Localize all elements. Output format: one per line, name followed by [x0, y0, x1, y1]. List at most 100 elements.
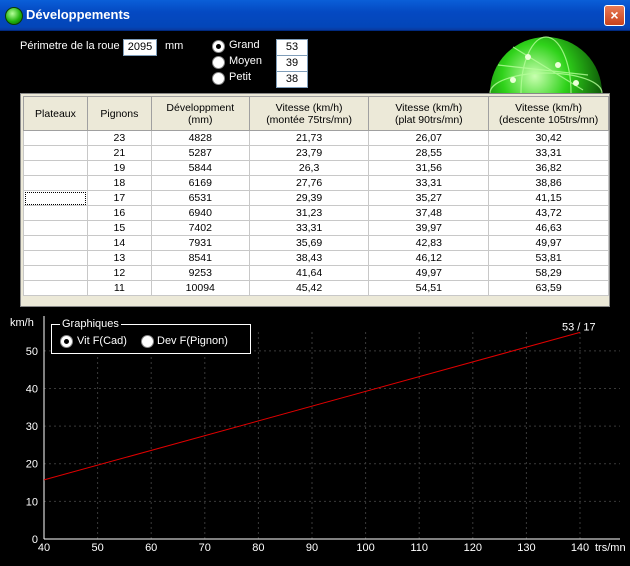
table-cell[interactable]: 13: [86, 250, 152, 266]
table-cell[interactable]: 30,42: [488, 130, 609, 146]
table-cell[interactable]: 8541: [150, 250, 250, 266]
x-tick-label: 80: [252, 542, 264, 554]
table-cell[interactable]: 33,31: [488, 145, 609, 161]
table-cell[interactable]: 39,97: [368, 220, 490, 236]
table-cell[interactable]: 35,69: [248, 235, 370, 251]
table-cell[interactable]: 6169: [150, 175, 250, 191]
table-cell[interactable]: 41,64: [248, 265, 370, 281]
header-plateaux[interactable]: Plateaux: [23, 96, 88, 131]
table-cell[interactable]: [23, 250, 88, 266]
table-cell[interactable]: 5287: [150, 145, 250, 161]
table-cell[interactable]: 49,97: [488, 235, 609, 251]
header-vitesse-plat[interactable]: Vitesse (km/h) (plat 90trs/mn): [368, 96, 490, 131]
close-button[interactable]: ×: [604, 5, 625, 26]
table-cell[interactable]: 37,48: [368, 205, 490, 221]
table-cell[interactable]: [23, 280, 88, 296]
table-cell[interactable]: [23, 205, 88, 221]
table-cell[interactable]: 12: [86, 265, 152, 281]
table-cell[interactable]: 31,23: [248, 205, 370, 221]
y-tick-label: 30: [26, 421, 38, 433]
x-tick-label: 50: [91, 542, 103, 554]
table-cell[interactable]: 46,12: [368, 250, 490, 266]
table-cell[interactable]: 21: [86, 145, 152, 161]
table-cell[interactable]: 63,59: [488, 280, 609, 296]
table-cell[interactable]: 31,56: [368, 160, 490, 176]
table-cell[interactable]: 43,72: [488, 205, 609, 221]
table-cell[interactable]: [23, 130, 88, 146]
table-cell[interactable]: 19: [86, 160, 152, 176]
table-cell[interactable]: 33,31: [368, 175, 490, 191]
table-row[interactable]: 23 4828 21,73 26,07 30,42: [23, 130, 609, 146]
table-cell[interactable]: 28,55: [368, 145, 490, 161]
table-cell[interactable]: 29,39: [248, 190, 370, 206]
table-cell[interactable]: 23: [86, 130, 152, 146]
table-row[interactable]: 18 6169 27,76 33,31 38,86: [23, 175, 609, 191]
table-row[interactable]: 17 6531 29,39 35,27 41,15: [23, 190, 609, 206]
table-cell[interactable]: 41,15: [488, 190, 609, 206]
petit-input[interactable]: 38: [276, 71, 308, 88]
table-cell[interactable]: 35,27: [368, 190, 490, 206]
header-vitesse-descente[interactable]: Vitesse (km/h) (descente 105trs/mn): [488, 96, 609, 131]
table-row[interactable]: 12 9253 41,64 49,97 58,29: [23, 265, 609, 281]
table-row[interactable]: 11 10094 45,42 54,51 63,59: [23, 280, 609, 296]
table-cell[interactable]: 11: [86, 280, 152, 296]
moyen-input[interactable]: 39: [276, 55, 308, 72]
perimeter-input[interactable]: 2095: [123, 39, 157, 56]
x-tick-label: 60: [145, 542, 157, 554]
table-cell[interactable]: 38,86: [488, 175, 609, 191]
header-pignons[interactable]: Pignons: [86, 96, 152, 131]
table-cell[interactable]: [23, 265, 88, 281]
table-cell[interactable]: 38,43: [248, 250, 370, 266]
table-row[interactable]: 21 5287 23,79 28,55 33,31: [23, 145, 609, 161]
table-cell[interactable]: 5844: [150, 160, 250, 176]
table-cell[interactable]: 7402: [150, 220, 250, 236]
table-cell[interactable]: 58,29: [488, 265, 609, 281]
table-cell[interactable]: 7931: [150, 235, 250, 251]
table-row[interactable]: 13 8541 38,43 46,12 53,81: [23, 250, 609, 266]
radio-dev-pignon[interactable]: [141, 335, 154, 348]
radio-moyen[interactable]: [212, 56, 225, 69]
radio-vit-cad[interactable]: [60, 335, 73, 348]
table-cell[interactable]: 9253: [150, 265, 250, 281]
radio-petit[interactable]: [212, 72, 225, 85]
table-cell[interactable]: [23, 175, 88, 191]
table-row[interactable]: 19 5844 26,3 31,56 36,82: [23, 160, 609, 176]
table-cell[interactable]: 33,31: [248, 220, 370, 236]
table-cell[interactable]: 4828: [150, 130, 250, 146]
table-cell[interactable]: 16: [86, 205, 152, 221]
table-cell[interactable]: 6531: [150, 190, 250, 206]
label-moyen: Moyen: [229, 55, 263, 67]
grand-input[interactable]: 53: [276, 39, 308, 56]
table-cell[interactable]: 6940: [150, 205, 250, 221]
title-bar: Développements ×: [0, 0, 630, 31]
table-cell[interactable]: 26,07: [368, 130, 490, 146]
table-cell[interactable]: 23,79: [248, 145, 370, 161]
table-row[interactable]: 16 6940 31,23 37,48 43,72: [23, 205, 609, 221]
table-cell[interactable]: 21,73: [248, 130, 370, 146]
header-developpement[interactable]: Développment (mm): [150, 96, 250, 131]
table-cell[interactable]: 17: [86, 190, 152, 206]
table-cell[interactable]: [23, 190, 88, 206]
table-cell[interactable]: 42,83: [368, 235, 490, 251]
table-cell[interactable]: [23, 145, 88, 161]
table-cell[interactable]: 49,97: [368, 265, 490, 281]
table-row[interactable]: 14 7931 35,69 42,83 49,97: [23, 235, 609, 251]
table-cell[interactable]: 45,42: [248, 280, 370, 296]
table-cell[interactable]: [23, 235, 88, 251]
table-cell[interactable]: 46,63: [488, 220, 609, 236]
table-cell[interactable]: 18: [86, 175, 152, 191]
table-cell[interactable]: 15: [86, 220, 152, 236]
table-cell[interactable]: 36,82: [488, 160, 609, 176]
table-cell[interactable]: 53,81: [488, 250, 609, 266]
table-cell[interactable]: [23, 220, 88, 236]
table-cell[interactable]: 26,3: [248, 160, 370, 176]
table-row[interactable]: 15 7402 33,31 39,97 46,63: [23, 220, 609, 236]
radio-grand[interactable]: [212, 40, 225, 53]
table-cell[interactable]: 54,51: [368, 280, 490, 296]
table-cell[interactable]: 10094: [150, 280, 250, 296]
table-cell[interactable]: [23, 160, 88, 176]
perimeter-label: Périmetre de la roue :: [20, 40, 126, 52]
table-cell[interactable]: 14: [86, 235, 152, 251]
table-cell[interactable]: 27,76: [248, 175, 370, 191]
header-vitesse-montee[interactable]: Vitesse (km/h) (montée 75trs/mn): [248, 96, 370, 131]
